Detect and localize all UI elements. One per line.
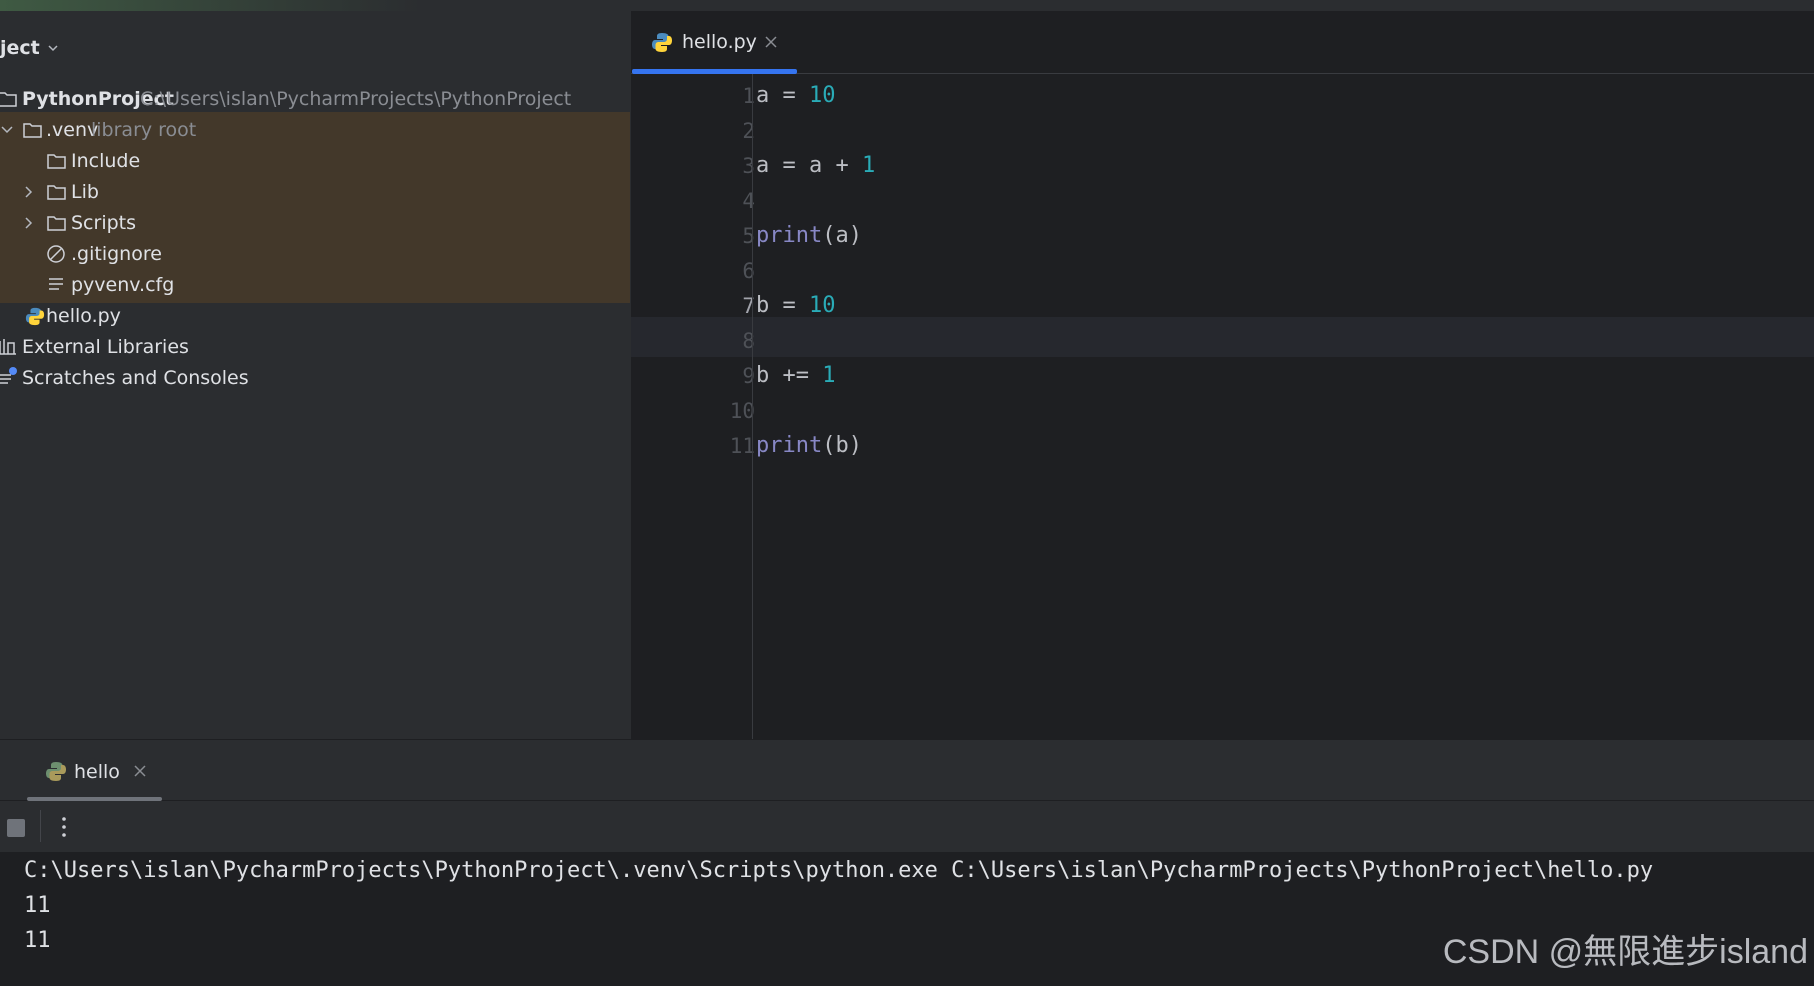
stop-button[interactable] [7, 819, 25, 837]
tab-hello-py[interactable]: hello.py [631, 11, 797, 74]
code-text: a = [756, 83, 809, 108]
tree-item-label: Scripts [71, 212, 137, 234]
active-run-tab-indicator [27, 797, 162, 801]
text-file-icon [49, 278, 63, 290]
python-file-icon [652, 33, 672, 52]
chevron-right-icon[interactable] [22, 216, 36, 230]
library-icon [0, 339, 16, 355]
console-line: 11 [24, 928, 51, 953]
project-view-selector[interactable]: ject [0, 33, 58, 63]
line-number: 11 [729, 434, 755, 458]
project-panel: ject PythonProject C:\Users\islan\Pychar… [0, 11, 630, 739]
tree-item-label: hello.py [46, 305, 121, 327]
code-line-11[interactable]: print(b) [756, 433, 862, 458]
code-text: a = a + [756, 153, 862, 178]
number-literal: 1 [861, 153, 876, 178]
chevron-down-icon[interactable] [0, 123, 14, 137]
project-panel-title: ject [0, 37, 40, 59]
code-line-7[interactable]: b = 10 [756, 293, 835, 318]
python-file-icon [25, 307, 45, 326]
code-line-9[interactable]: b += 1 [756, 363, 835, 388]
line-number-gutter[interactable]: 1 2 3 4 5 6 7 8 9 10 11 [631, 74, 755, 739]
run-tab-label: hello [74, 761, 120, 783]
line-number-current: 7 [742, 294, 755, 318]
tree-item-label: Lib [71, 181, 99, 203]
line-number: 8 [742, 329, 755, 353]
folder-icon [47, 216, 66, 231]
run-tabbar: hello [0, 740, 1814, 801]
line-number: 4 [742, 189, 755, 213]
run-tab-hello[interactable]: hello [27, 740, 162, 801]
folder-icon [23, 123, 42, 138]
line-number: 3 [742, 154, 755, 178]
ignored-file-icon [47, 245, 65, 263]
console-line: C:\Users\islan\PycharmProjects\PythonPro… [24, 858, 1654, 883]
close-icon[interactable] [134, 765, 146, 777]
line-number: 10 [729, 399, 755, 423]
code-line-5[interactable]: print(a) [756, 223, 862, 248]
code-line-1[interactable]: a = 10 [756, 83, 835, 108]
chevron-down-icon [48, 45, 58, 52]
number-literal: 1 [822, 363, 836, 388]
code-text: (a) [822, 223, 862, 248]
top-strip [0, 0, 1814, 11]
folder-icon [0, 92, 17, 107]
editor-area[interactable]: hello.py 1 2 3 4 5 6 7 8 9 10 11 a = 10 … [631, 11, 1814, 739]
code-text: b = [756, 293, 809, 318]
tree-item-label: .gitignore [71, 243, 162, 265]
chevron-right-icon[interactable] [22, 185, 36, 199]
number-literal: 10 [808, 83, 836, 108]
current-line-highlight [631, 317, 1814, 357]
line-number: 1 [742, 84, 755, 108]
folder-icon [47, 185, 66, 200]
builtin-function: print [756, 223, 823, 248]
code-line-3[interactable]: a = a + 1 [756, 153, 875, 178]
tree-item-label: Include [71, 150, 141, 172]
line-number: 6 [742, 259, 755, 283]
console-line: 11 [24, 893, 51, 918]
close-icon[interactable] [764, 35, 778, 49]
tree-item-label: External Libraries [22, 336, 189, 358]
line-number: 9 [742, 364, 755, 388]
project-path-hint: C:\Users\islan\PycharmProjects\PythonPro… [140, 88, 572, 110]
tree-item-label: pyvenv.cfg [71, 274, 175, 296]
code-text: b += [756, 363, 823, 388]
editor-tabbar: hello.py [631, 11, 1814, 74]
tree-item-label: Scratches and Consoles [22, 367, 249, 389]
toolbar-separator [40, 810, 41, 842]
top-strip-glow [0, 0, 420, 11]
code-text: (b) [822, 433, 862, 458]
more-options-icon[interactable] [57, 814, 71, 840]
watermark: CSDN @無限進步island [1442, 933, 1808, 971]
python-run-icon [46, 762, 66, 781]
library-root-hint: library root [91, 119, 197, 141]
folder-icon [47, 154, 66, 169]
tree-item-scratches[interactable]: Scratches and Consoles [0, 360, 630, 396]
gutter-divider [752, 74, 753, 739]
line-number: 5 [742, 224, 755, 248]
line-number: 2 [742, 119, 755, 143]
tab-label: hello.py [682, 31, 757, 53]
number-literal: 10 [808, 293, 836, 318]
scratches-icon [0, 367, 17, 384]
builtin-function: print [756, 433, 823, 458]
